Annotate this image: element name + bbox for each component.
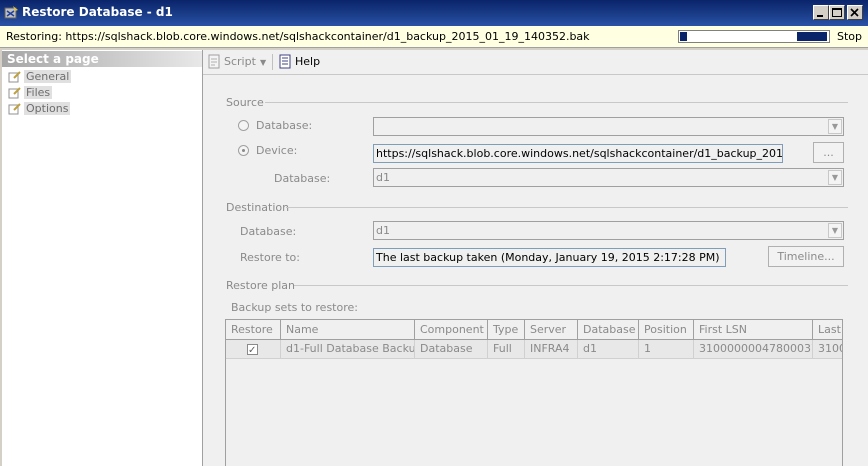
maximize-button[interactable] [829,5,845,20]
column-header[interactable]: Server [525,320,578,340]
nav-item-label: General [24,70,72,83]
backup-sets-label: Backup sets to restore: [231,301,358,314]
maximize-icon [832,8,842,17]
browse-device-button[interactable]: ... [813,142,844,163]
minimize-icon [817,15,823,17]
progress-marquee [797,32,827,41]
timeline-button[interactable]: Timeline... [768,246,844,267]
table-cell: 31000000047800037 [694,340,813,359]
chevron-down-icon[interactable]: ▼ [260,58,266,67]
section-divider [286,207,848,208]
restore-progress-bar [678,30,830,43]
nav-item-general[interactable]: General [8,69,72,84]
destination-database-label: Database: [240,225,297,238]
restore-to-value: The last backup taken (Monday, January 1… [376,251,720,264]
restore-checkbox-cell[interactable] [226,340,281,359]
section-divider [294,285,848,286]
source-database-radio[interactable] [238,120,249,131]
source-database-select[interactable]: ▼ [373,117,844,136]
select-value: d1 [376,224,390,237]
section-divider [265,102,848,103]
restore-to-field: The last backup taken (Monday, January 1… [373,248,726,267]
toolbar-separator [272,54,273,70]
page-wrench-icon [8,103,21,115]
main-panel: Script ▼ Help Source Database: ▼ Device:… [203,50,868,466]
table-cell: 1 [639,340,694,359]
source-device-radio[interactable] [238,145,249,156]
column-header[interactable]: Last L [813,320,842,340]
restore-plan-heading: Restore plan [226,279,295,292]
page-selector-panel: Select a page General Files Options [2,50,203,466]
stop-link[interactable]: Stop [837,30,862,43]
device-path-value: https://sqlshack.blob.core.windows.net/s… [376,147,783,160]
column-header[interactable]: Component [415,320,488,340]
script-icon [208,54,220,69]
device-database-select[interactable]: d1 ▼ [373,168,844,187]
window-title: Restore Database - d1 [22,5,173,19]
device-path-field[interactable]: https://sqlshack.blob.core.windows.net/s… [373,144,783,163]
column-header[interactable]: First LSN [694,320,813,340]
close-button[interactable] [847,5,863,20]
column-header[interactable]: Position [639,320,694,340]
backup-sets-grid[interactable]: Restore Name Component Type Server Datab… [225,319,843,466]
table-cell: INFRA4 [525,340,578,359]
close-icon [850,8,859,17]
script-button[interactable]: Script [224,55,256,68]
help-icon [279,54,291,69]
select-page-header: Select a page [2,51,202,67]
table-cell: 3100 [813,340,842,359]
source-device-label: Device: [256,144,298,157]
page-wrench-icon [8,87,21,99]
nav-item-files[interactable]: Files [8,85,53,100]
nav-item-label: Options [24,102,71,115]
title-bar: Restore Database - d1 [0,0,868,26]
select-value: d1 [376,171,390,184]
page-wrench-icon [8,71,21,83]
toolbar: Script ▼ Help [203,50,868,75]
table-cell: d1 [578,340,639,359]
chevron-down-icon: ▼ [828,170,842,185]
restore-checkbox[interactable] [247,342,258,358]
nav-item-options[interactable]: Options [8,101,71,116]
column-header[interactable]: Name [281,320,415,340]
table-cell: Database [415,340,488,359]
chevron-down-icon: ▼ [828,223,842,238]
destination-database-select[interactable]: d1 ▼ [373,221,844,240]
status-message: Restoring: https://sqlshack.blob.core.wi… [6,30,590,43]
restore-to-label: Restore to: [240,251,300,264]
restore-status-bar: Restoring: https://sqlshack.blob.core.wi… [0,26,868,48]
source-heading: Source [226,96,264,109]
table-cell: Full [488,340,525,359]
chevron-down-icon: ▼ [828,119,842,134]
source-database-label: Database: [256,119,313,132]
column-header[interactable]: Restore [226,320,281,340]
restore-database-icon [4,6,18,19]
progress-fill [680,32,687,41]
help-button[interactable]: Help [295,55,320,68]
minimize-button[interactable] [813,5,829,20]
destination-heading: Destination [226,201,290,214]
device-database-label: Database: [274,172,331,185]
column-header[interactable]: Database [578,320,639,340]
nav-item-label: Files [24,86,53,99]
column-header[interactable]: Type [488,320,525,340]
table-cell: d1-Full Database Backup [281,340,415,359]
